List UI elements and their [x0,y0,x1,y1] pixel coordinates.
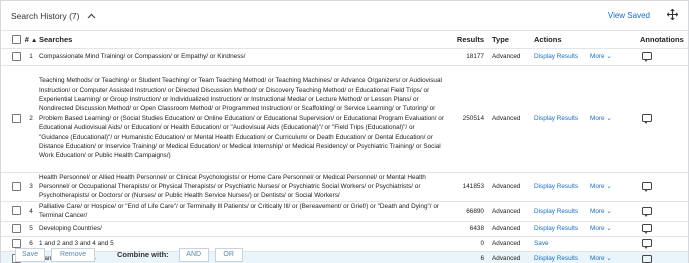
sort-up-icon: ▲ [30,36,38,44]
column-header-number[interactable]: # ▲ [23,31,39,48]
more-menu[interactable]: More ⌄ [590,115,612,122]
table-row: 5 Developing Countries/ 6438 Advanced Di… [1,221,688,236]
or-button[interactable]: OR [214,247,243,262]
move-icon[interactable] [666,8,678,23]
remove-button[interactable]: Remove [51,247,95,262]
chevron-down-icon: ⌄ [606,225,612,233]
row-number: 4 [29,207,33,215]
search-query: Health Personnel/ or Allied Health Perso… [39,173,426,200]
table-row: 2 Teaching Methods/ or Teaching/ or Stud… [1,65,688,172]
comment-icon[interactable] [642,224,652,235]
table-row: 3 Health Personnel/ or Allied Health Per… [1,172,688,201]
display-results-link[interactable]: Display Results [534,208,578,215]
result-count: 6438 [469,225,484,233]
result-count: 18177 [466,52,484,60]
row-checkbox[interactable] [12,223,21,233]
comment-icon[interactable] [642,114,652,125]
table-row: 1 Compassionate Mind Training/ or Compas… [1,48,688,65]
display-results-link[interactable]: Display Results [534,183,578,190]
chevron-down-icon: ⌄ [606,207,612,215]
table-header-row: # ▲ Searches Results Type Actions Annotat… [1,31,688,48]
select-all-checkbox[interactable] [12,35,21,44]
row-checkbox[interactable] [12,181,21,191]
search-type: Advanced [492,225,521,233]
row-number: 1 [29,52,33,60]
table-row: 4 Palliative Care/ or Hospice/ or "End o… [1,201,688,221]
result-count: 250514 [462,114,484,122]
more-menu[interactable]: More ⌄ [590,225,612,232]
comment-icon[interactable] [642,182,652,193]
search-query: Compassionate Mind Training/ or Compassi… [39,52,246,60]
chevron-up-icon[interactable] [86,10,98,22]
search-query: Developing Countries/ [39,225,102,233]
row-number: 2 [29,114,33,122]
column-header-searches: Searches [39,34,73,44]
comment-icon[interactable] [642,206,652,217]
search-query: Palliative Care/ or Hospice/ or "End of … [39,202,440,220]
panel-header: Search History (7) View Saved [1,1,688,31]
search-query: Teaching Methods/ or Teaching/ or Studen… [39,77,444,160]
action-bar: Save Remove Combine with: AND OR [1,245,688,263]
search-history-panel: Search History (7) View Saved # ▲ Searche… [0,0,689,263]
result-count: 66890 [466,207,484,215]
display-results-link[interactable]: Display Results [534,225,578,232]
column-header-results: Results [456,34,484,44]
display-results-link[interactable]: Display Results [534,115,578,122]
search-type: Advanced [492,207,521,215]
result-count: 141853 [462,182,484,190]
row-number: 3 [29,182,33,190]
search-type: Advanced [492,114,521,122]
chevron-down-icon: ⌄ [606,52,612,60]
more-menu[interactable]: More ⌄ [590,53,612,60]
row-checkbox[interactable] [12,113,21,123]
and-button[interactable]: AND [178,247,209,262]
column-header-actions: Actions [534,34,562,44]
search-type: Advanced [492,52,521,60]
chevron-down-icon: ⌄ [606,114,612,122]
search-type: Advanced [492,182,521,190]
column-header-type: Type [492,34,509,44]
column-header-annotations: Annotations [640,34,684,44]
save-button[interactable]: Save [15,247,45,262]
comment-icon[interactable] [642,52,652,63]
combine-with-label: Combine with: [117,250,169,259]
view-saved-link[interactable]: View Saved [608,11,650,20]
chevron-down-icon: ⌄ [606,182,612,190]
more-menu[interactable]: More ⌄ [590,208,612,215]
row-checkbox[interactable] [12,206,21,216]
row-checkbox[interactable] [12,51,21,61]
row-number: 5 [29,225,33,233]
search-history-table: # ▲ Searches Results Type Actions Annotat… [1,31,688,263]
display-results-link[interactable]: Display Results [534,53,578,60]
panel-title: Search History (7) [11,10,80,21]
more-menu[interactable]: More ⌄ [590,183,612,190]
